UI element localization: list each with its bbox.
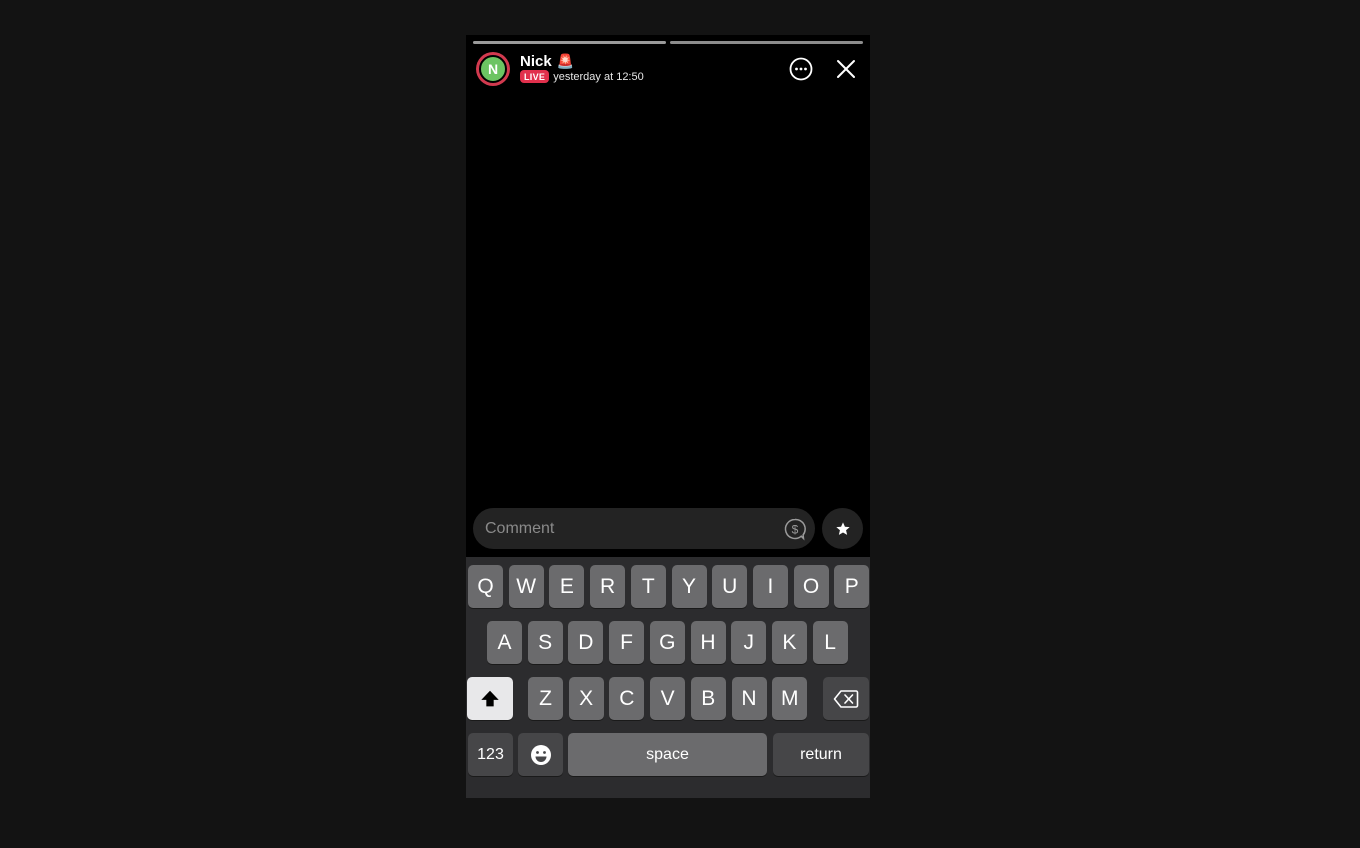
key-label: K (782, 630, 797, 654)
key-n[interactable]: N (731, 677, 767, 720)
key-label: G (659, 630, 676, 654)
keyboard: QWE R T Y U I OP A S D F GH J K L Z X C V B NM 123 space r… (466, 557, 870, 798)
numbers-key[interactable]: 123 (468, 733, 513, 776)
shift-icon (481, 690, 499, 706)
more-options-button[interactable] (789, 57, 813, 81)
key-label: O (802, 574, 820, 598)
shift-key[interactable] (467, 677, 513, 720)
key-j[interactable]: J (731, 621, 767, 664)
comment-box: $ (473, 508, 815, 549)
key-label: H (700, 630, 716, 654)
key-d[interactable]: D (568, 621, 604, 664)
key-h[interactable]: H (690, 621, 726, 664)
key-x[interactable]: X (568, 677, 604, 720)
key-label: X (579, 686, 594, 710)
comment-input[interactable] (485, 508, 775, 549)
key-s[interactable]: S (527, 621, 563, 664)
key-label: L (824, 630, 836, 654)
key-label: F (620, 630, 633, 654)
close-button[interactable] (835, 58, 857, 80)
star-button[interactable] (822, 508, 863, 549)
key-label: B (701, 686, 716, 710)
star-icon (835, 521, 850, 535)
username-row[interactable]: Nick 🚨 (520, 53, 574, 70)
key-o[interactable]: O (793, 565, 829, 608)
key-w[interactable]: W (508, 565, 544, 608)
key-label: C (619, 686, 635, 710)
key-label: N (741, 686, 757, 710)
key-label: R (600, 574, 616, 598)
key-p[interactable]: P (834, 565, 870, 608)
key-a[interactable]: A (487, 621, 522, 664)
key-label: E (559, 574, 574, 598)
key-b[interactable]: B (690, 677, 726, 720)
key-r[interactable]: R (590, 565, 626, 608)
key-i[interactable]: I (752, 565, 788, 608)
key-label: J (743, 630, 754, 654)
story-meta: LIVE yesterday at 12:50 (520, 70, 644, 83)
space-key[interactable]: space (568, 733, 767, 776)
key-l[interactable]: L (812, 621, 848, 664)
key-label: P (844, 574, 859, 598)
key-q[interactable]: Q (468, 565, 503, 608)
key-z[interactable]: Z (528, 677, 563, 720)
key-label: I (767, 574, 774, 598)
username-emoji: 🚨 (556, 53, 575, 69)
backspace-icon (833, 689, 859, 708)
key-e[interactable]: E (549, 565, 585, 608)
backspace-key[interactable] (823, 677, 869, 720)
key-label: S (538, 630, 553, 654)
key-label: T (641, 574, 655, 598)
return-key-label: return (800, 745, 842, 763)
key-label: V (660, 686, 675, 710)
key-label: Z (539, 686, 552, 710)
key-y[interactable]: Y (671, 565, 707, 608)
key-label: U (722, 574, 738, 598)
numbers-key-label: 123 (477, 745, 504, 763)
key-v[interactable]: V (650, 677, 686, 720)
key-m[interactable]: M (772, 677, 808, 720)
story-progress-segment-2 (670, 41, 863, 44)
timestamp: yesterday at 12:50 (553, 70, 644, 83)
key-label: Y (681, 574, 696, 598)
key-label: A (497, 630, 512, 654)
avatar-ring[interactable]: N (476, 52, 510, 86)
live-badge: LIVE (520, 70, 550, 83)
space-key-label: space (646, 745, 689, 763)
key-t[interactable]: T (630, 565, 666, 608)
story-progress-segment-1 (473, 41, 666, 44)
key-g[interactable]: G (649, 621, 685, 664)
key-label: D (578, 630, 594, 654)
avatar: N (479, 55, 507, 83)
key-label: W (516, 574, 537, 598)
svg-text:$: $ (792, 523, 799, 537)
return-key[interactable]: return (773, 733, 869, 776)
more-options-icon (789, 57, 813, 81)
key-u[interactable]: U (712, 565, 748, 608)
emoji-key[interactable] (518, 733, 563, 776)
key-k[interactable]: K (771, 621, 807, 664)
close-icon (837, 60, 855, 78)
key-label: M (780, 686, 799, 710)
avatar-initial: N (487, 61, 499, 77)
key-label: Q (477, 574, 494, 598)
emoji-icon (530, 744, 551, 765)
key-c[interactable]: C (609, 677, 645, 720)
key-f[interactable]: F (609, 621, 645, 664)
live-story-viewer: N Nick 🚨 LIVE yesterday at 12:50 $ (466, 35, 870, 798)
dollar-icon[interactable]: $ (783, 517, 807, 541)
username: Nick (520, 53, 552, 70)
